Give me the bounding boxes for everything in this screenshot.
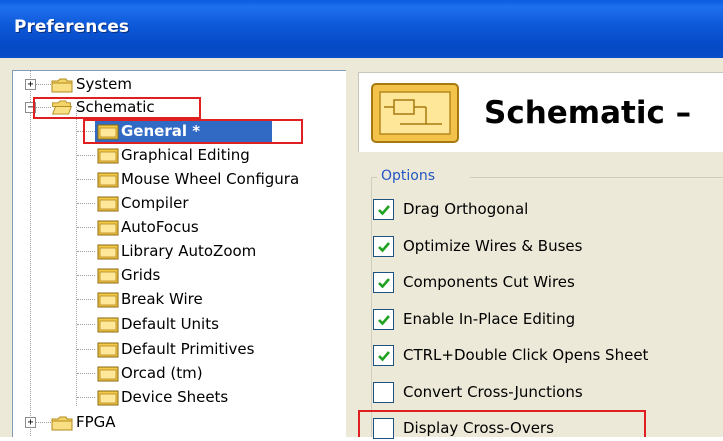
expand-icon[interactable]: + (25, 417, 36, 428)
tree-item-grids[interactable]: Grids (13, 265, 346, 287)
tree-item-label: FPGA (76, 413, 116, 431)
tree-item-label: Library AutoZoom (121, 242, 257, 260)
page-icon (97, 268, 119, 284)
checkbox-label: Drag Orthogonal (403, 200, 529, 218)
option-drag-orthogonal[interactable]: Drag Orthogonal (373, 198, 723, 222)
folder-icon (51, 416, 73, 431)
page-icon (97, 390, 119, 406)
highlight-box (358, 410, 646, 437)
tree-item-device-sheets[interactable]: Device Sheets (13, 387, 346, 409)
tree-item-autofocus[interactable]: AutoFocus (13, 217, 346, 239)
tree-item-break-wire[interactable]: Break Wire (13, 289, 346, 311)
group-border (470, 177, 723, 178)
check-icon (378, 315, 390, 326)
checkbox[interactable] (373, 345, 394, 366)
check-icon (378, 242, 390, 253)
page-icon (97, 148, 119, 164)
option-convert-cross-junctions[interactable]: Convert Cross-Junctions (373, 381, 723, 405)
checkbox-label: Components Cut Wires (403, 273, 575, 291)
tree-item-compiler[interactable]: Compiler (13, 193, 346, 215)
preferences-window: Preferences + System − Schematic General… (0, 0, 723, 439)
tree-item-orcad[interactable]: Orcad (tm) (13, 363, 346, 385)
check-icon (378, 278, 390, 289)
page-icon (97, 196, 119, 212)
tree-item-label: Orcad (tm) (121, 364, 203, 382)
options-group-label: Options (381, 168, 436, 184)
page-icon (97, 342, 119, 358)
checkbox-label: Optimize Wires & Buses (403, 237, 583, 255)
tree-item-label: Grids (121, 266, 161, 284)
checkbox[interactable] (373, 236, 394, 257)
checkbox-label: Convert Cross-Junctions (403, 383, 583, 401)
checkbox[interactable] (373, 309, 394, 330)
tree-item-label: Mouse Wheel Configura (121, 170, 300, 188)
tree-item-label: System (76, 75, 132, 93)
option-in-place-editing[interactable]: Enable In-Place Editing (373, 308, 723, 332)
tree-item-mouse-wheel[interactable]: Mouse Wheel Configura (13, 169, 346, 191)
tree-item-graphical-editing[interactable]: Graphical Editing (13, 145, 346, 167)
page-icon (97, 244, 119, 260)
tree-item-label: Compiler (121, 194, 189, 212)
option-ctrl-double-click[interactable]: CTRL+Double Click Opens Sheet (373, 344, 723, 368)
checkbox-label: CTRL+Double Click Opens Sheet (403, 346, 649, 364)
tree-item-label: Default Primitives (121, 340, 255, 358)
title-bar[interactable]: Preferences (0, 0, 723, 58)
group-border (371, 177, 372, 437)
expand-icon[interactable]: + (25, 79, 36, 90)
page-icon (97, 292, 119, 308)
highlight-box (83, 119, 303, 144)
checkbox[interactable] (373, 272, 394, 293)
tree-item-label: Graphical Editing (121, 146, 250, 164)
page-icon (97, 220, 119, 236)
page-icon (97, 366, 119, 382)
tree-item-label: Device Sheets (121, 388, 229, 406)
tree-item-library-autozoom[interactable]: Library AutoZoom (13, 241, 346, 263)
check-icon (378, 205, 390, 216)
tree-item-fpga[interactable]: + FPGA (13, 412, 346, 434)
tree-item-label: AutoFocus (121, 218, 199, 236)
preferences-tree: + System − Schematic General * Graphical… (12, 70, 346, 437)
check-icon (378, 351, 390, 362)
panel-title: Schematic – (484, 95, 692, 131)
option-optimize-wires[interactable]: Optimize Wires & Buses (373, 235, 723, 259)
page-icon (97, 172, 119, 188)
checkbox[interactable] (373, 382, 394, 403)
option-components-cut-wires[interactable]: Components Cut Wires (373, 271, 723, 295)
highlight-box (33, 97, 201, 119)
window-title: Preferences (14, 17, 130, 37)
page-icon (97, 317, 119, 333)
schematic-icon (371, 83, 459, 143)
checkbox-label: Enable In-Place Editing (403, 310, 576, 328)
tree-item-label: Break Wire (121, 290, 203, 308)
tree-item-label: Default Units (121, 315, 219, 333)
checkbox[interactable] (373, 199, 394, 220)
tree-item-system[interactable]: + System (13, 74, 346, 96)
folder-icon (51, 78, 73, 93)
tree-item-default-primitives[interactable]: Default Primitives (13, 339, 346, 361)
tree-item-default-units[interactable]: Default Units (13, 314, 346, 336)
